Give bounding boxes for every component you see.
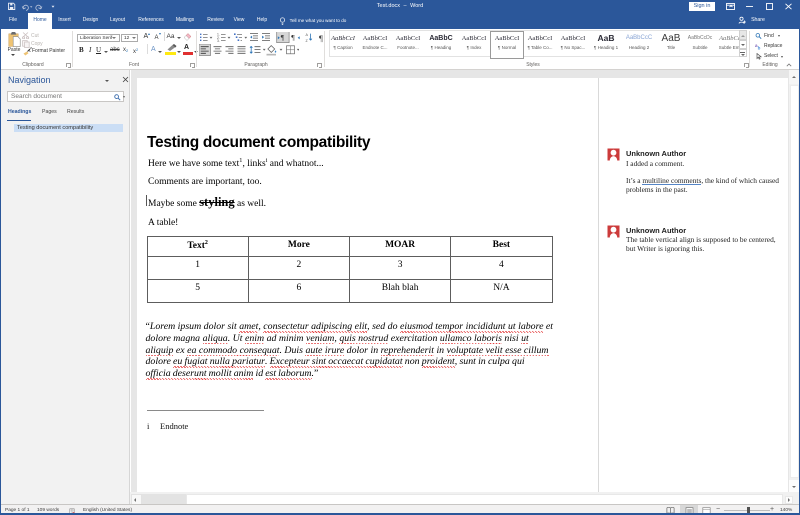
svg-text:Z: Z [306,39,309,43]
svg-text:A: A [306,33,309,37]
svg-text:3.: 3. [217,39,220,43]
svg-text:b: b [758,45,761,50]
svg-text:¶: ¶ [319,33,323,43]
svg-text:¶: ¶ [291,33,295,42]
svg-text:¶: ¶ [281,33,285,42]
